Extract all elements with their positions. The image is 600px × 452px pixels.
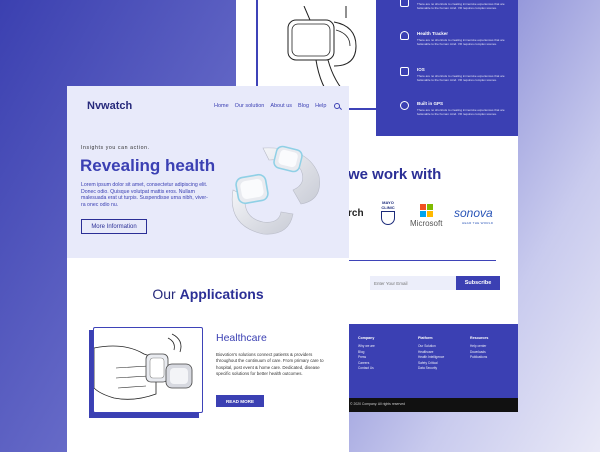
footer-column: Resources Help center Downloads Publicat… [470,336,488,361]
phone-icon [400,67,409,76]
footer-column: Platform Our Solution Healthcare Health … [418,336,444,372]
application-title: Healthcare [216,332,267,344]
partner-logo-mayo: MAYO CLINIC [376,200,400,225]
smartwatch-product-image [231,145,320,235]
mayo-label: MAYO CLINIC [381,200,395,210]
more-information-button[interactable]: More Information [81,219,147,234]
partner-logo-sonova: sonova [454,206,493,220]
feature-title: Built in GPS [417,101,444,106]
footer: Company Why we are Blog Press Careers Co… [348,324,518,398]
front-page: Nvwatch Home Our solution About us Blog … [67,86,349,452]
partners-heading: we work with [348,166,442,183]
partner-logo-partial: rch [348,208,364,219]
heading-plain: Our [152,286,176,302]
application-description: Biovotion's solutions connect patients &… [216,352,324,377]
feature-title: IOS [417,67,425,72]
nav-help[interactable]: Help [315,103,326,109]
feature-title: Health Tracker [417,31,449,36]
healthcare-image-card [93,327,203,413]
footer-link[interactable]: Publications [470,355,488,361]
feature-desc: There are no shortcuts to creating immer… [417,38,505,46]
hero-description: Lorem ipsum dolor sit amet, consectetur … [81,182,208,208]
footer-heading: Platform [418,336,433,340]
brand-logo[interactable]: Nvwatch [87,100,132,112]
hero-section: Nvwatch Home Our solution About us Blog … [67,86,349,258]
nav-our-solution[interactable]: Our solution [235,103,265,109]
footer-link[interactable]: Contact Us [358,366,375,372]
feature-desc: There are no shortcuts to creating immer… [417,2,505,10]
subscribe-button[interactable]: Subscribe [456,276,500,290]
copyright: © 2020 Company. All rights reserved [348,398,518,412]
partner-logo-microsoft: Microsoft [410,204,442,228]
email-field[interactable] [370,276,456,290]
main-nav: Home Our solution About us Blog Help [214,103,341,109]
divider [348,260,496,261]
sonova-tagline: HEAR THE WORLD [462,221,494,225]
hero-title: Revealing health [80,156,216,175]
location-icon [400,0,409,7]
pin-icon [400,101,409,110]
feature-desc: There are no shortcuts to creating immer… [417,108,505,116]
windows-logo-icon [419,204,433,217]
footer-heading: Resources [470,336,489,340]
heading-bold: Applications [179,286,264,302]
microsoft-label: Microsoft [410,219,443,228]
search-icon[interactable] [334,103,341,109]
applications-heading: Our Applications [67,286,349,302]
footer-heading: Company [358,336,375,340]
nav-home[interactable]: Home [214,103,229,109]
shield-icon [381,211,395,225]
hand-holding-device-illustration [93,333,193,400]
nav-about-us[interactable]: About us [270,103,292,109]
feature-desc: There are no shortcuts to creating immer… [417,74,505,82]
features-panel: There are no shortcuts to creating immer… [376,0,518,136]
footer-link[interactable]: Data Security [418,366,444,372]
read-more-button[interactable]: READ MORE [216,395,264,407]
footer-column: Company Why we are Blog Press Careers Co… [358,336,375,372]
heart-icon [400,31,409,40]
hero-tagline: Insights you can action. [81,145,150,151]
nav-blog[interactable]: Blog [298,103,309,109]
